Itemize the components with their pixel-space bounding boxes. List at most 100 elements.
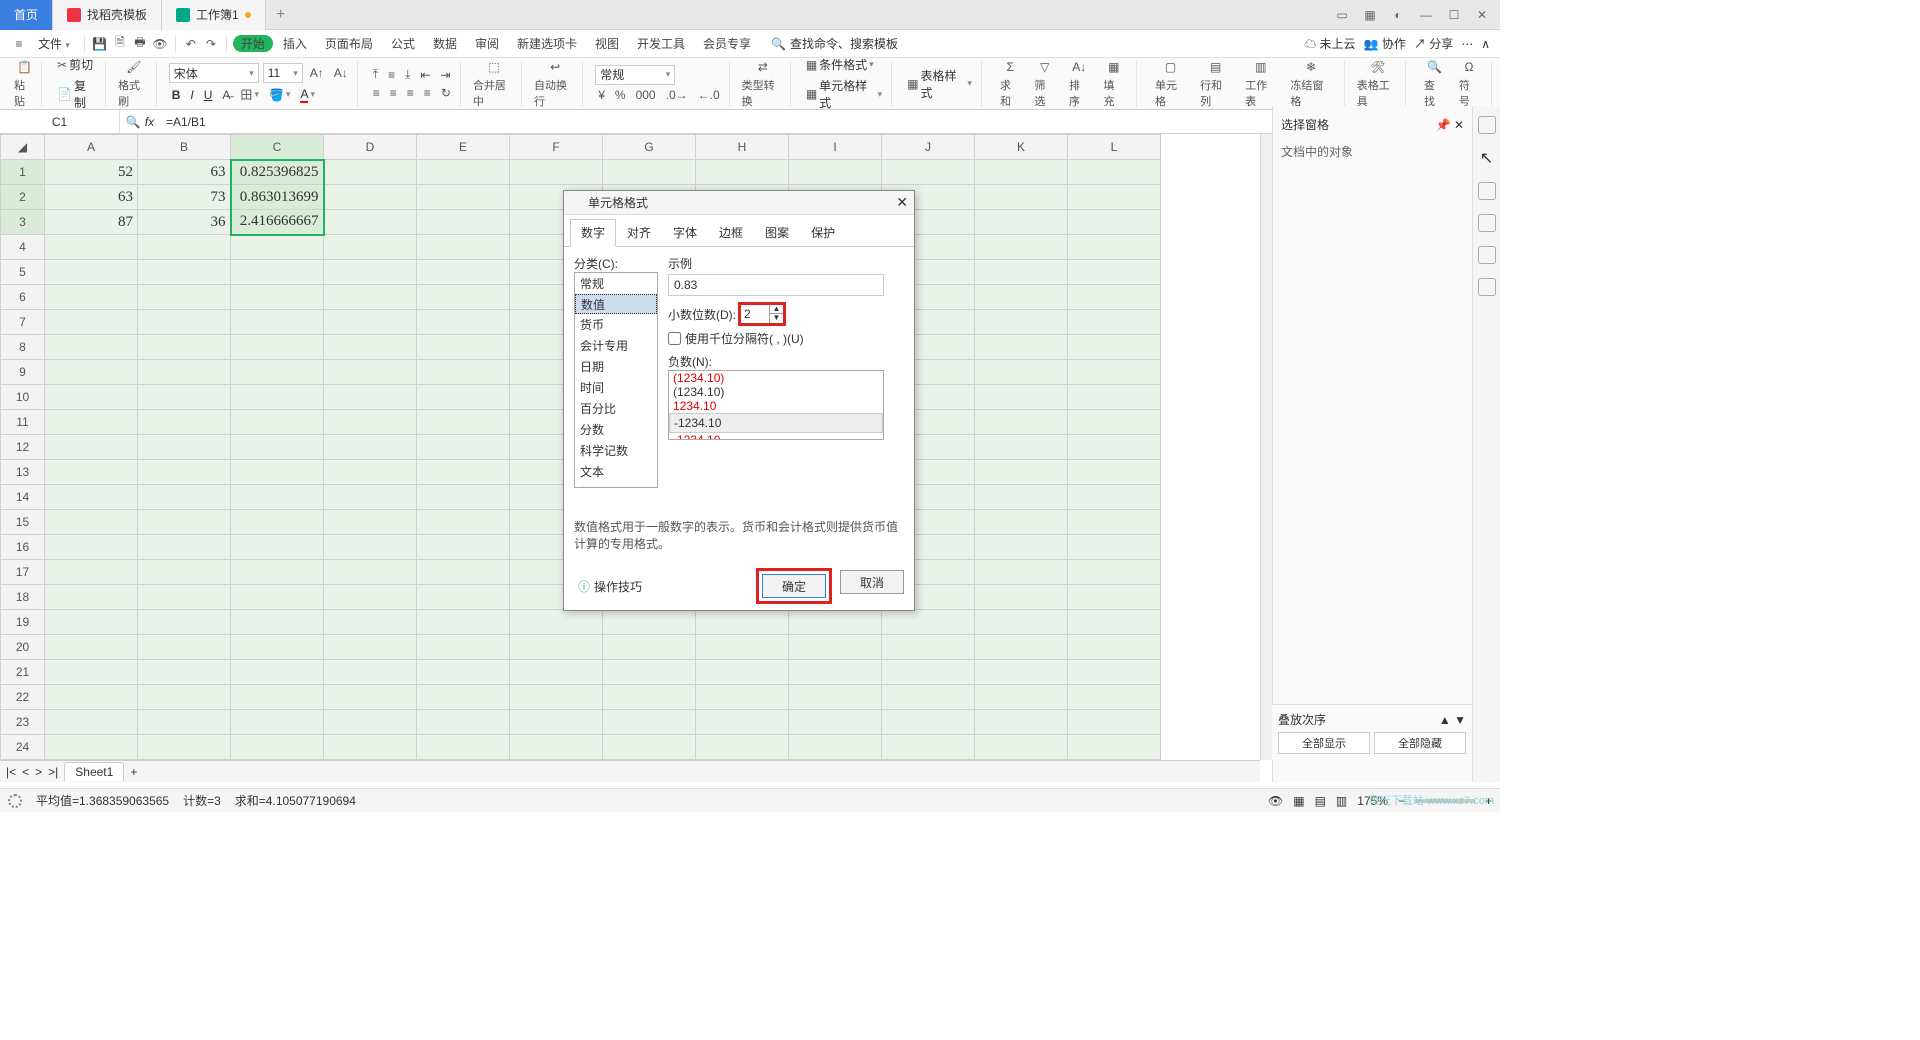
bold-icon[interactable]: B: [169, 85, 184, 104]
fx-icon[interactable]: fx: [145, 115, 154, 129]
align-center-icon[interactable]: ≡: [387, 85, 400, 101]
dec-inc-icon[interactable]: .0→: [663, 87, 691, 103]
category-item[interactable]: 特殊: [575, 482, 657, 488]
percent-icon[interactable]: %: [612, 87, 629, 103]
share-button[interactable]: ↗ 分享: [1414, 35, 1453, 52]
wrap-button[interactable]: ↩: [547, 59, 563, 75]
cell[interactable]: 73: [138, 185, 231, 210]
minimize-button[interactable]: —: [1414, 5, 1438, 25]
save-icon[interactable]: 💾: [91, 35, 109, 53]
bring-forward-icon[interactable]: ▲: [1439, 713, 1451, 727]
dialog-titlebar[interactable]: 单元格格式 ✕: [564, 191, 914, 215]
menu-dev[interactable]: 开发工具: [629, 35, 693, 52]
cell-button[interactable]: ▢: [1162, 59, 1179, 75]
find-button[interactable]: 🔍: [1424, 59, 1445, 75]
view-eye-icon[interactable]: 👁: [1268, 794, 1283, 808]
row-header[interactable]: 16: [1, 535, 45, 560]
col-header[interactable]: H: [696, 135, 789, 160]
cut-button[interactable]: ✂ 剪切: [54, 55, 96, 74]
neg-option[interactable]: -1234.10: [669, 433, 883, 440]
row-header[interactable]: 13: [1, 460, 45, 485]
sheet-tab[interactable]: Sheet1: [64, 762, 124, 781]
sheet-nav-last-icon[interactable]: >|: [48, 765, 58, 779]
col-header[interactable]: B: [138, 135, 231, 160]
menu-newtab[interactable]: 新建选项卡: [509, 35, 585, 52]
select-all-corner[interactable]: ◢: [1, 135, 45, 160]
align-justify-icon[interactable]: ≡: [421, 85, 434, 101]
collapse-ribbon-icon[interactable]: ∧: [1481, 37, 1490, 51]
italic-icon[interactable]: I: [187, 85, 196, 104]
cell[interactable]: 52: [45, 160, 138, 185]
tab-template[interactable]: 找稻壳模板: [53, 0, 162, 30]
decimal-places-spinner[interactable]: ▲▼: [740, 304, 784, 324]
strike-icon[interactable]: A̶: [219, 85, 233, 104]
tab-add[interactable]: +: [266, 6, 296, 24]
underline-icon[interactable]: U: [201, 85, 216, 104]
row-header[interactable]: 15: [1, 510, 45, 535]
menu-review[interactable]: 审阅: [467, 35, 507, 52]
cell[interactable]: 0.825396825: [231, 160, 324, 185]
thousand-checkbox-input[interactable]: [668, 332, 681, 345]
cloud-status[interactable]: ☁ 未上云: [1304, 35, 1355, 52]
category-item[interactable]: 时间: [575, 377, 657, 398]
category-item[interactable]: 文本: [575, 461, 657, 482]
row-header[interactable]: 8: [1, 335, 45, 360]
apps-icon[interactable]: ▦: [1358, 5, 1382, 25]
row-header[interactable]: 21: [1, 660, 45, 685]
layout-icon[interactable]: ▭: [1330, 5, 1354, 25]
indent-inc-icon[interactable]: ⇥: [437, 66, 453, 83]
col-header[interactable]: C: [231, 135, 324, 160]
sheet-nav-next-icon[interactable]: >: [35, 765, 42, 779]
dialog-close-icon[interactable]: ✕: [896, 194, 908, 211]
font-size-select[interactable]: 11▾: [263, 63, 303, 83]
cell[interactable]: 63: [45, 185, 138, 210]
neg-option[interactable]: (1234.10): [669, 385, 883, 399]
row-header[interactable]: 14: [1, 485, 45, 510]
increase-font-icon[interactable]: A↑: [307, 63, 327, 83]
fill-color-icon[interactable]: 🪣▾: [266, 85, 293, 104]
side-setting-icon[interactable]: [1478, 182, 1496, 200]
menu-vip[interactable]: 会员专享: [695, 35, 759, 52]
filter-button[interactable]: ▽: [1037, 59, 1052, 75]
align-right-icon[interactable]: ≡: [404, 85, 417, 101]
row-header[interactable]: 19: [1, 610, 45, 635]
number-format-select[interactable]: 常规▾: [595, 65, 675, 85]
maximize-button[interactable]: ☐: [1442, 5, 1466, 25]
align-bot-icon[interactable]: ⤓: [402, 66, 413, 83]
hide-all-button[interactable]: 全部隐藏: [1374, 732, 1466, 754]
align-top-icon[interactable]: ⤒: [370, 66, 381, 83]
freeze-button[interactable]: ❄: [1303, 59, 1319, 75]
close-button[interactable]: ✕: [1470, 5, 1494, 25]
col-header[interactable]: E: [417, 135, 510, 160]
dialog-tab-number[interactable]: 数字: [570, 219, 616, 247]
format-brush-button[interactable]: 🖌: [123, 59, 144, 75]
rowcol-button[interactable]: ▤: [1207, 59, 1224, 75]
user-icon[interactable]: ◐: [1386, 5, 1410, 25]
sheet-add-icon[interactable]: +: [130, 765, 137, 779]
category-item[interactable]: 会计专用: [575, 335, 657, 356]
fill-button[interactable]: ▦: [1105, 59, 1122, 75]
name-box[interactable]: C1: [0, 110, 120, 133]
row-header[interactable]: 9: [1, 360, 45, 385]
row-header[interactable]: 23: [1, 710, 45, 735]
category-item-number[interactable]: 数值: [575, 294, 657, 314]
thousand-separator-checkbox[interactable]: 使用千位分隔符( , )(U): [668, 330, 904, 347]
show-all-button[interactable]: 全部显示: [1278, 732, 1370, 754]
preview-icon[interactable]: 👁: [151, 35, 169, 53]
cell[interactable]: 36: [138, 210, 231, 235]
sheet-nav-prev-icon[interactable]: <: [22, 765, 29, 779]
border-icon[interactable]: 田▾: [237, 85, 262, 104]
undo-icon[interactable]: ↶: [182, 35, 200, 53]
neg-option[interactable]: -1234.10: [669, 413, 883, 433]
category-item[interactable]: 货币: [575, 314, 657, 335]
tab-workbook[interactable]: 工作簿1: [162, 0, 266, 30]
tips-link[interactable]: ⓘ 操作技巧: [578, 570, 642, 602]
row-header[interactable]: 3: [1, 210, 45, 235]
dialog-tab-align[interactable]: 对齐: [616, 219, 662, 246]
view-break-icon[interactable]: ▥: [1336, 794, 1347, 808]
cell[interactable]: 2.416666667: [231, 210, 324, 235]
row-header[interactable]: 12: [1, 435, 45, 460]
category-item[interactable]: 日期: [575, 356, 657, 377]
spin-down-icon[interactable]: ▼: [770, 314, 783, 323]
pane-close-icon[interactable]: ✕: [1454, 118, 1464, 132]
